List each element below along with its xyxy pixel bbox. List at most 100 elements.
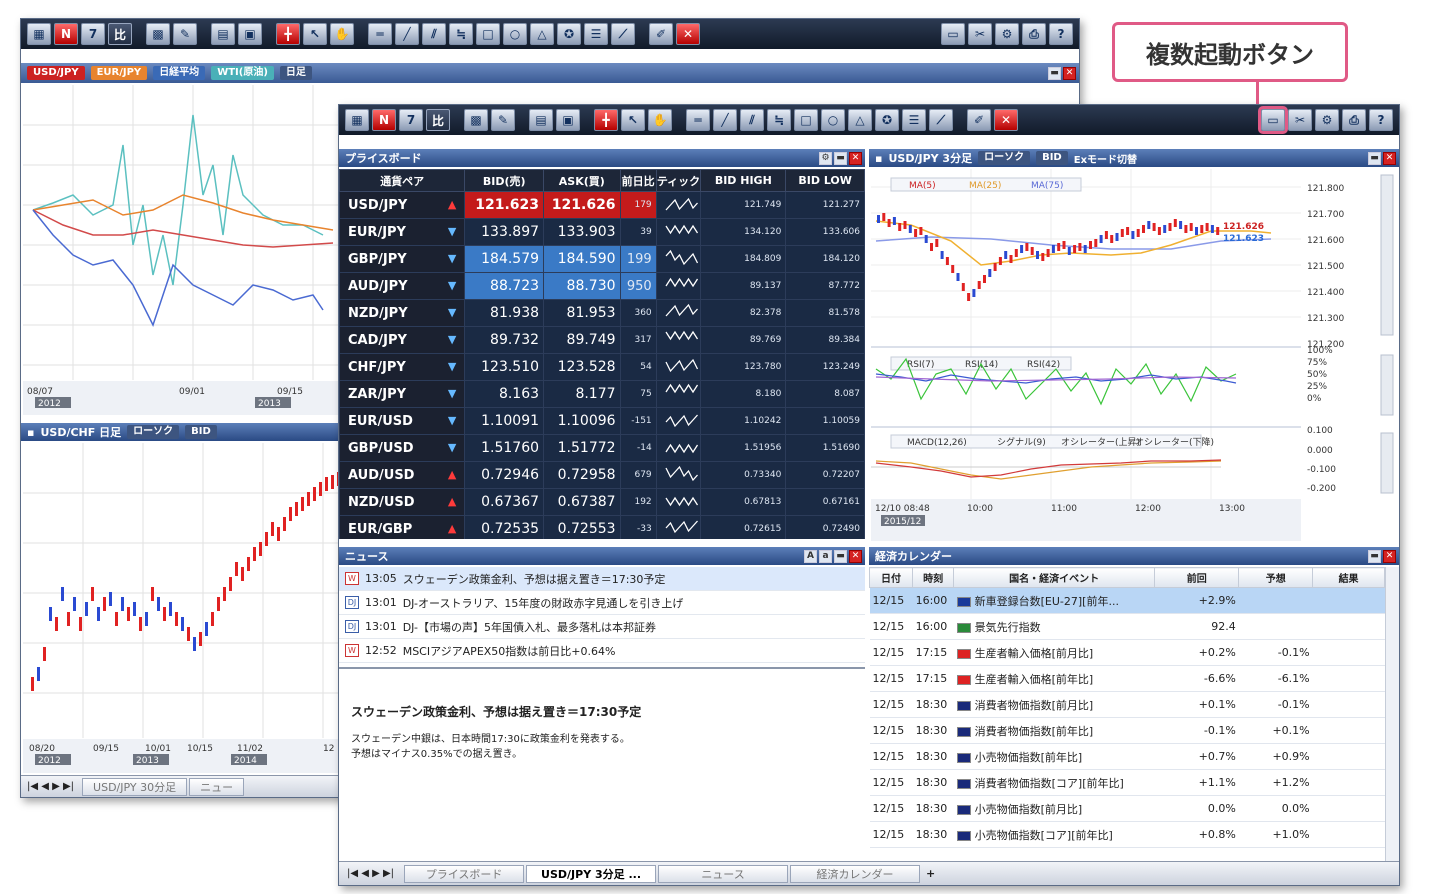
save-icon[interactable]: ▣ bbox=[238, 23, 262, 45]
price-row[interactable]: GBP/USD ▼ 1.51760 1.51772 -14 1.51956 1.51690 bbox=[339, 434, 865, 462]
channel-icon[interactable]: ⫽ bbox=[740, 109, 764, 131]
minimize-icon[interactable]: ▬ bbox=[1368, 549, 1381, 563]
multi-launch-icon[interactable]: ▭ bbox=[941, 23, 965, 45]
circle-icon[interactable]: ○ bbox=[503, 23, 527, 45]
news-item[interactable]: W 13:05 スウェーデン政策金利、予想は据え置き＝17:30予定 bbox=[339, 567, 865, 591]
lines-icon[interactable]: ☰ bbox=[902, 109, 926, 131]
chart-icon[interactable]: ▦ bbox=[345, 109, 369, 131]
news-item[interactable]: W 12:52 MSCIアジアAPEX50指数は前日比+0.64% bbox=[339, 639, 865, 663]
calendar-scrollbar[interactable] bbox=[1385, 567, 1399, 861]
print-icon[interactable]: ⎙ bbox=[1342, 109, 1366, 131]
price-row[interactable]: NZD/JPY ▼ 81.938 81.953 360 82.378 81.578 bbox=[339, 299, 865, 327]
close-icon[interactable]: ✕ bbox=[1383, 151, 1396, 165]
close-icon[interactable]: ✕ bbox=[1063, 66, 1076, 80]
erase-icon[interactable]: ✐ bbox=[967, 109, 991, 131]
column-header[interactable]: 予想 bbox=[1238, 567, 1314, 588]
column-header[interactable]: BID(売) bbox=[464, 169, 545, 192]
help-icon[interactable]: ? bbox=[1049, 23, 1073, 45]
tab-wti[interactable]: WTI(原油) bbox=[211, 66, 274, 80]
settings-icon[interactable]: ⚙ bbox=[995, 23, 1019, 45]
pen-icon[interactable]: ✎ bbox=[173, 23, 197, 45]
calendar-row[interactable]: 12/15 18:30 小売物価指数[前月比] 0.0% 0.0% bbox=[869, 795, 1385, 822]
nav-buttons[interactable]: |◀ ◀ ▶ ▶| bbox=[339, 868, 402, 879]
erase-icon[interactable]: ✐ bbox=[649, 23, 673, 45]
tools-icon[interactable]: ✂ bbox=[968, 23, 992, 45]
close-icon[interactable]: ✕ bbox=[849, 151, 862, 165]
minimize-icon[interactable]: ▬ bbox=[834, 549, 847, 563]
column-header[interactable]: ASK(買) bbox=[543, 169, 621, 192]
hline-icon[interactable]: ═ bbox=[686, 109, 710, 131]
price-row[interactable]: AUD/JPY ▼ 88.723 88.730 950 89.137 87.772 bbox=[339, 272, 865, 300]
settings-icon[interactable]: ⚙ bbox=[1315, 109, 1339, 131]
price-row[interactable]: GBP/JPY ▼ 184.579 184.590 199 184.809 184.120 bbox=[339, 245, 865, 273]
font-up-icon[interactable]: A bbox=[804, 549, 817, 563]
calendar-row[interactable]: 12/15 16:00 新車登録台数[EU-27][前年... +2.9% bbox=[869, 587, 1385, 614]
delete-all-icon[interactable]: ✕ bbox=[994, 109, 1018, 131]
help-icon[interactable]: ? bbox=[1369, 109, 1393, 131]
price-row[interactable]: ZAR/JPY ▼ 8.163 8.177 75 8.180 8.087 bbox=[339, 380, 865, 408]
cursor-icon[interactable]: ↖ bbox=[303, 23, 327, 45]
crosshair-icon[interactable]: ╋ bbox=[594, 109, 618, 131]
crosshair-icon[interactable]: ╋ bbox=[276, 23, 300, 45]
news-item[interactable]: DJ 13:01 DJ-オーストラリア、15年度の財政赤字見通しを引き上げ bbox=[339, 591, 865, 615]
tools-icon[interactable]: ✂ bbox=[1288, 109, 1312, 131]
hline-icon[interactable]: ═ bbox=[368, 23, 392, 45]
settings-icon[interactable]: ⚙ bbox=[819, 151, 832, 165]
trendline-icon[interactable]: ╱ bbox=[713, 109, 737, 131]
candle-button[interactable]: ローソク bbox=[978, 151, 1031, 165]
add-tab-icon[interactable]: + bbox=[920, 867, 935, 880]
news-item[interactable]: DJ 13:01 DJ-【市場の声】5年国債入札、最多落札は本邦証券 bbox=[339, 615, 865, 639]
cursor-icon[interactable]: ↖ bbox=[621, 109, 645, 131]
fib-icon[interactable]: ≒ bbox=[767, 109, 791, 131]
channel-icon[interactable]: ⫽ bbox=[422, 23, 446, 45]
rect-icon[interactable]: □ bbox=[794, 109, 818, 131]
news-icon[interactable]: N bbox=[54, 23, 78, 45]
trendline-icon[interactable]: ╱ bbox=[395, 23, 419, 45]
column-header[interactable]: 前回 bbox=[1154, 567, 1240, 588]
calendar-row[interactable]: 12/15 17:15 生産者輸入価格[前月比] +0.2% -0.1% bbox=[869, 639, 1385, 666]
tab-eurjpy[interactable]: EUR/JPY bbox=[90, 66, 148, 80]
window-icon[interactable]: ▤ bbox=[529, 109, 553, 131]
star-icon[interactable]: ✪ bbox=[875, 109, 899, 131]
multi-launch-button[interactable]: ▭ bbox=[1258, 106, 1288, 134]
tab-usdjpy[interactable]: USD/JPY bbox=[27, 66, 85, 80]
price-row[interactable]: AUD/USD ▲ 0.72946 0.72958 679 0.73340 0.72207 bbox=[339, 461, 865, 489]
triangle-icon[interactable]: △ bbox=[848, 109, 872, 131]
column-header[interactable]: BID LOW bbox=[785, 169, 865, 192]
calendar-icon[interactable]: 7 bbox=[81, 23, 105, 45]
calendar-row[interactable]: 12/15 18:30 小売物価指数[コア][前年比] +0.8% +1.0% bbox=[869, 821, 1385, 848]
star-icon[interactable]: ✪ bbox=[557, 23, 581, 45]
hand-icon[interactable]: ✋ bbox=[648, 109, 672, 131]
ray-icon[interactable]: ⟋ bbox=[929, 109, 953, 131]
compare-icon[interactable]: 比 bbox=[108, 23, 132, 45]
bottom-tab-active[interactable]: USD/JPY 3分足 ... bbox=[526, 864, 657, 883]
rect-icon[interactable]: □ bbox=[476, 23, 500, 45]
minimize-icon[interactable]: ▬ bbox=[1368, 151, 1381, 165]
triangle-icon[interactable]: △ bbox=[530, 23, 554, 45]
bottom-tab[interactable]: プライスボード bbox=[404, 864, 525, 883]
delete-all-icon[interactable]: ✕ bbox=[676, 23, 700, 45]
font-down-icon[interactable]: a bbox=[819, 549, 832, 563]
column-header[interactable]: BID HIGH bbox=[700, 169, 787, 192]
minimize-icon[interactable]: ▬ bbox=[1048, 66, 1061, 80]
print-icon[interactable]: ⎙ bbox=[1022, 23, 1046, 45]
circle-icon[interactable]: ○ bbox=[821, 109, 845, 131]
column-header[interactable]: ティック bbox=[655, 169, 702, 192]
bid-button[interactable]: BID bbox=[1036, 151, 1068, 165]
nav-buttons[interactable]: |◀ ◀ ▶ ▶| bbox=[21, 781, 80, 792]
column-header[interactable]: 通貨ペア bbox=[339, 169, 466, 192]
calendar-row[interactable]: 12/15 18:30 消費者物価指数[前年比] -0.1% +0.1% bbox=[869, 717, 1385, 744]
bid-button[interactable]: BID bbox=[185, 425, 217, 439]
price-row[interactable]: NZD/USD ▲ 0.67367 0.67387 192 0.67813 0.67161 bbox=[339, 488, 865, 516]
bottom-tab[interactable]: ニュース bbox=[658, 864, 789, 883]
minimize-icon[interactable]: ▬ bbox=[834, 151, 847, 165]
news-icon[interactable]: N bbox=[372, 109, 396, 131]
price-row[interactable]: CAD/JPY ▼ 89.732 89.749 317 89.769 89.384 bbox=[339, 326, 865, 354]
ray-icon[interactable]: ⟋ bbox=[611, 23, 635, 45]
lines-icon[interactable]: ☰ bbox=[584, 23, 608, 45]
bottom-tab[interactable]: 経済カレンダー bbox=[790, 864, 921, 883]
bottom-tab[interactable]: ニュー bbox=[189, 777, 245, 796]
calendar-row[interactable]: 12/15 18:30 消費者物価指数[コア][前年比] +1.1% +1.2% bbox=[869, 769, 1385, 796]
bottom-tab[interactable]: USD/JPY 30分足 bbox=[82, 777, 188, 796]
price-row[interactable]: CHF/JPY ▼ 123.510 123.528 54 123.780 123.249 bbox=[339, 353, 865, 381]
